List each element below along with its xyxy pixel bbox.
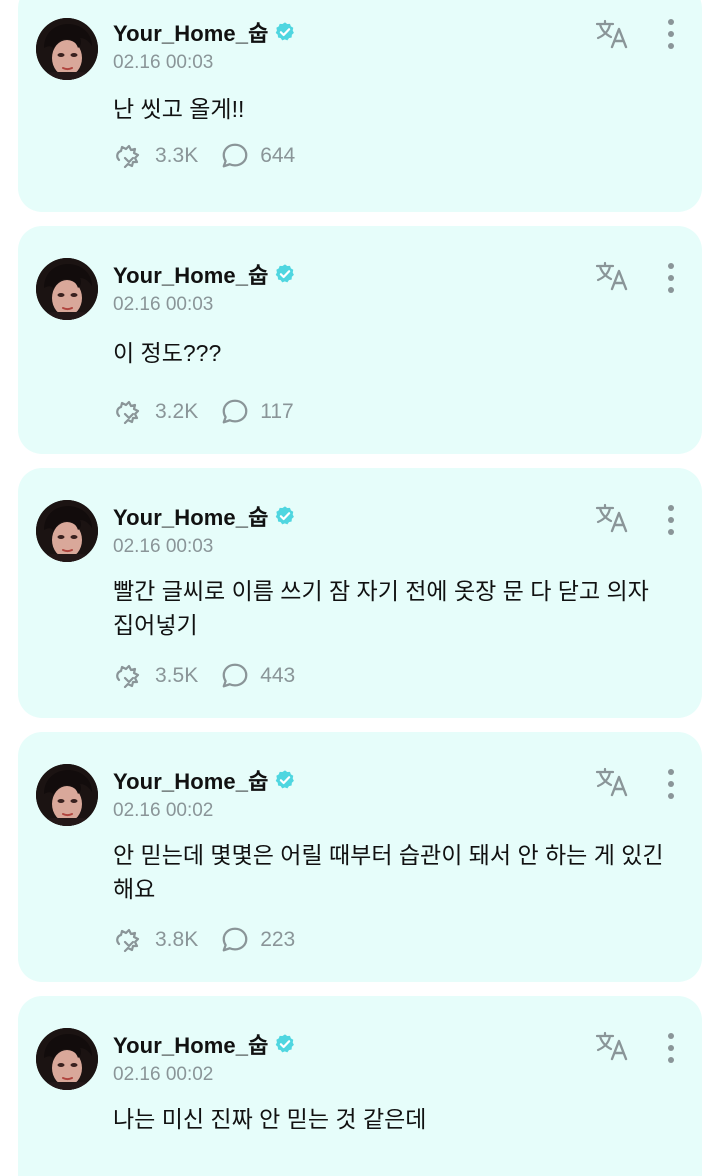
comment-button[interactable]: 443 [220, 661, 295, 691]
verified-badge-icon [274, 505, 296, 527]
repost-button[interactable]: 3.2K [113, 396, 198, 428]
more-vertical-icon[interactable] [664, 1030, 678, 1066]
timestamp: 02.16 00:02 [113, 800, 214, 821]
repost-count: 3.2K [155, 400, 199, 423]
verified-badge-icon [274, 263, 296, 285]
repost-count: 3.5K [155, 664, 199, 687]
repost-count: 3.8K [155, 928, 199, 951]
comment-icon [220, 397, 250, 427]
post-text: 안 믿는데 몇몇은 어릴 때부터 습관이 돼서 안 하는 게 있긴 해요 [113, 842, 664, 902]
repost-icon [113, 924, 145, 956]
comment-icon [220, 925, 250, 955]
comment-button[interactable]: 223 [220, 925, 295, 955]
timestamp: 02.16 00:03 [113, 294, 214, 315]
comment-icon [220, 141, 250, 171]
comment-icon [220, 661, 250, 691]
comment-count: 223 [260, 928, 296, 951]
author-row: Your_Home_숩 [113, 258, 296, 290]
post-text: 빨간 글씨로 이름 쓰기 잠 자기 전에 옷장 문 다 닫고 의자 집어넣기 [113, 578, 649, 638]
repost-icon [113, 396, 145, 428]
username[interactable]: Your_Home_숩 [113, 16, 268, 48]
translate-icon[interactable] [594, 18, 630, 50]
comment-count: 443 [260, 664, 296, 687]
avatar[interactable] [36, 1028, 98, 1090]
comment-count: 644 [260, 144, 296, 167]
post-card[interactable]: Your_Home_숩 02.16 00:02 나는 미신 진짜 안 믿는 것 … [18, 996, 702, 1176]
post-text: 나는 미신 진짜 안 믿는 것 같은데 [113, 1106, 427, 1132]
post-actions: 3.5K 443 [113, 660, 317, 692]
timestamp: 02.16 00:03 [113, 52, 214, 73]
post-text: 이 정도??? [113, 340, 222, 366]
verified-badge-icon [274, 21, 296, 43]
repost-icon [113, 140, 145, 172]
repost-icon [113, 660, 145, 692]
translate-icon[interactable] [594, 502, 630, 534]
more-vertical-icon[interactable] [664, 766, 678, 802]
verified-badge-icon [274, 1033, 296, 1055]
post-card[interactable]: Your_Home_숩 02.16 00:03 난 씻고 올게!! 3.3K 6… [18, 0, 702, 212]
more-vertical-icon[interactable] [664, 16, 678, 52]
author-row: Your_Home_숩 [113, 1028, 296, 1060]
author-row: Your_Home_숩 [113, 16, 296, 48]
avatar[interactable] [36, 500, 98, 562]
post-actions: 3.2K 117 [113, 396, 316, 428]
post-card[interactable]: Your_Home_숩 02.16 00:03 이 정도??? 3.2K 117 [18, 226, 702, 454]
comment-button[interactable]: 117 [220, 397, 294, 427]
username[interactable]: Your_Home_숩 [113, 500, 268, 532]
comment-button[interactable]: 644 [220, 141, 295, 171]
translate-icon[interactable] [594, 1030, 630, 1062]
timestamp: 02.16 00:03 [113, 536, 214, 557]
post-actions: 3.8K 223 [113, 924, 317, 956]
repost-button[interactable]: 3.8K [113, 924, 198, 956]
repost-button[interactable]: 3.3K [113, 140, 198, 172]
more-vertical-icon[interactable] [664, 260, 678, 296]
repost-button[interactable]: 3.5K [113, 660, 198, 692]
username[interactable]: Your_Home_숩 [113, 258, 268, 290]
verified-badge-icon [274, 769, 296, 791]
more-vertical-icon[interactable] [664, 502, 678, 538]
avatar[interactable] [36, 258, 98, 320]
post-card[interactable]: Your_Home_숩 02.16 00:02 안 믿는데 몇몇은 어릴 때부터… [18, 732, 702, 982]
username[interactable]: Your_Home_숩 [113, 1028, 268, 1060]
avatar[interactable] [36, 764, 98, 826]
timestamp: 02.16 00:02 [113, 1064, 214, 1085]
translate-icon[interactable] [594, 260, 630, 292]
post-actions: 3.3K 644 [113, 140, 317, 172]
translate-icon[interactable] [594, 766, 630, 798]
author-row: Your_Home_숩 [113, 500, 296, 532]
comment-count: 117 [260, 400, 294, 423]
post-text: 난 씻고 올게!! [113, 96, 245, 122]
username[interactable]: Your_Home_숩 [113, 764, 268, 796]
repost-count: 3.3K [155, 144, 199, 167]
author-row: Your_Home_숩 [113, 764, 296, 796]
post-card[interactable]: Your_Home_숩 02.16 00:03 빨간 글씨로 이름 쓰기 잠 자… [18, 468, 702, 718]
avatar[interactable] [36, 18, 98, 80]
